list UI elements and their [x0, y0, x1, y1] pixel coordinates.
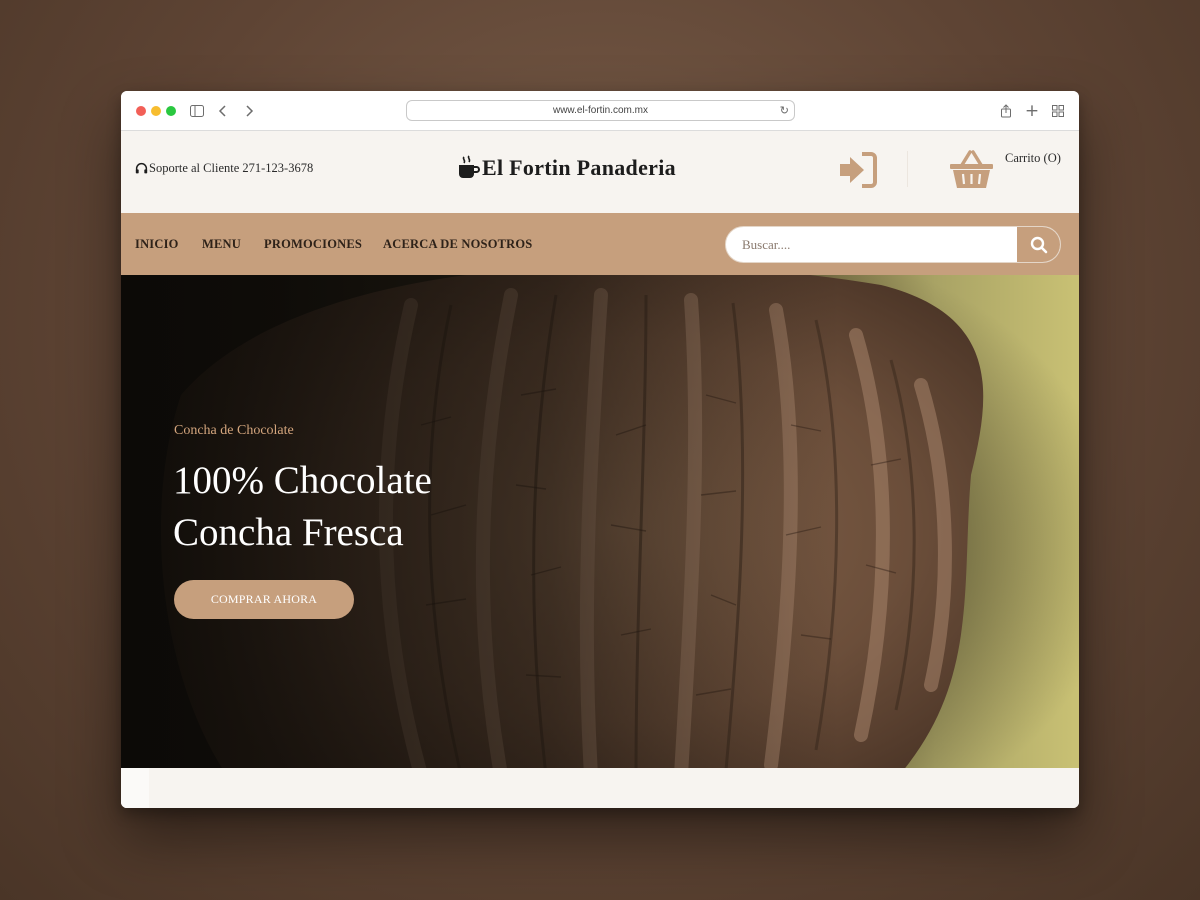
brand-logo[interactable]: El Fortin Panaderia [457, 155, 676, 181]
nav-item-acerca-de-nosotros[interactable]: ACERCA DE NOSOTROS [383, 237, 532, 252]
search-button[interactable] [1017, 227, 1060, 262]
headset-icon [135, 162, 148, 174]
main-nav: INICIO MENU PROMOCIONES ACERCA DE NOSOTR… [121, 213, 1079, 275]
forward-icon[interactable] [240, 102, 258, 120]
tab-overview-icon[interactable] [1049, 102, 1067, 120]
support-text: Soporte al Cliente 271-123-3678 [149, 161, 314, 175]
hero-title-line-2: Concha Fresca [173, 511, 404, 554]
search-icon [1030, 236, 1047, 253]
customer-support: Soporte al Cliente 271-123-3678 [135, 161, 313, 176]
nav-item-menu[interactable]: MENU [202, 237, 241, 252]
coffee-cup-icon [459, 155, 480, 178]
address-bar[interactable]: www.el-fortin.com.mx ↻ [406, 100, 795, 121]
new-tab-icon[interactable]: + [1023, 102, 1041, 120]
hero-title: 100% Chocolate Concha Fresca [173, 455, 593, 559]
maximize-window-button[interactable] [166, 106, 176, 116]
site-header: Soporte al Cliente 271-123-3678 El Forti… [121, 131, 1079, 213]
nav-item-inicio[interactable]: INICIO [135, 237, 179, 252]
back-icon[interactable] [214, 102, 232, 120]
close-window-button[interactable] [136, 106, 146, 116]
nav-item-promociones[interactable]: PROMOCIONES [264, 237, 362, 252]
share-icon[interactable] [997, 102, 1015, 120]
hero-banner: Concha de Chocolate 100% Chocolate Conch… [121, 275, 1079, 768]
buy-now-button[interactable]: COMPRAR AHORA [174, 580, 354, 619]
brand-name: El Fortin Panaderia [482, 155, 676, 180]
search-input[interactable] [726, 227, 1016, 262]
hero-subtitle: Concha de Chocolate [174, 423, 294, 438]
page-footer-strip [121, 768, 1079, 808]
url-text: www.el-fortin.com.mx [552, 105, 648, 116]
login-icon[interactable] [838, 151, 878, 189]
header-divider [907, 151, 908, 187]
sidebar-toggle-icon[interactable] [188, 102, 206, 120]
minimize-window-button[interactable] [151, 106, 161, 116]
browser-window: www.el-fortin.com.mx ↻ + Soporte al Clie… [121, 91, 1079, 808]
hero-title-line-1: 100% Chocolate [173, 459, 432, 502]
browser-toolbar: www.el-fortin.com.mx ↻ + [121, 91, 1079, 131]
footer-strip-left [121, 768, 149, 808]
basket-icon[interactable] [949, 150, 994, 190]
search-bar [725, 226, 1061, 263]
reload-icon[interactable]: ↻ [780, 101, 789, 120]
cart-label[interactable]: Carrito (O) [1005, 151, 1061, 166]
